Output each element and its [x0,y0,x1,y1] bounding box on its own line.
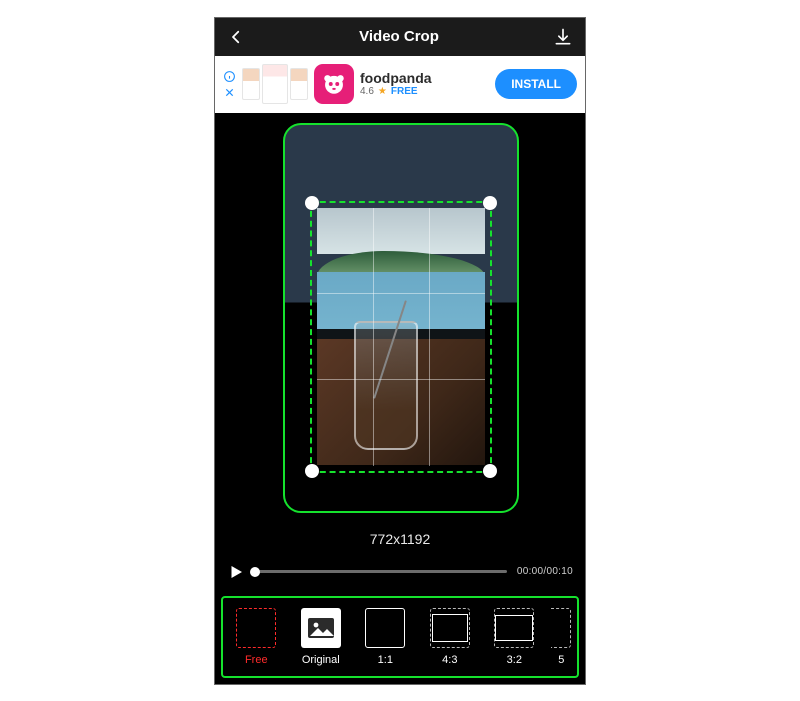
aspect-option-next[interactable]: 5 [550,608,573,666]
ad-rating: 4.6 [360,86,374,97]
grid-line [373,208,374,466]
aspect-label: 3:2 [507,654,522,666]
header-bar: Video Crop [215,18,585,56]
export-button[interactable] [553,27,573,47]
video-content [317,208,485,466]
aspect-label: 1:1 [378,654,393,666]
back-button[interactable] [227,28,245,46]
seek-track[interactable] [255,570,507,573]
seek-thumb[interactable] [250,567,260,577]
crop-handle-br[interactable] [483,464,497,478]
aspect-label: 5 [558,654,564,666]
playback-bar: 00:00/00:10 [215,555,585,589]
crop-handle-bl[interactable] [305,464,319,478]
crop-handle-tl[interactable] [305,196,319,210]
aspect-label: Free [245,654,268,666]
ad-app-name: foodpanda [360,71,489,86]
grid-line [429,208,430,466]
aspect-option-original[interactable]: Original [292,608,351,666]
time-display: 00:00/00:10 [517,566,573,577]
close-ad-icon [224,87,235,98]
ad-banner: foodpanda 4.6 ★ FREE INSTALL [215,56,585,113]
aspect-label: 4:3 [442,654,457,666]
aspect-option-3-2[interactable]: 3:2 [485,608,544,666]
ad-thumb [242,68,260,100]
chevron-left-icon [227,28,245,46]
ad-preview-thumbs [242,64,308,104]
app-screen: Video Crop [214,17,586,685]
aspect-label: Original [302,654,340,666]
ad-app-icon [314,64,354,104]
info-icon [223,70,236,83]
aspect-option-4-3[interactable]: 4:3 [421,608,480,666]
free-ratio-icon [236,608,276,648]
ratio-next-icon [551,608,571,648]
video-canvas: 772x1192 00:00/00:10 [215,113,585,589]
ad-thumb [290,68,308,100]
aspect-option-free[interactable]: Free [227,608,286,666]
crop-selection[interactable] [310,201,492,473]
page-title: Video Crop [359,28,439,45]
ratio-1-1-icon [365,608,405,648]
aspect-option-1-1[interactable]: 1:1 [356,608,415,666]
ad-price: FREE [391,86,418,97]
ratio-4-3-icon [430,608,470,648]
play-button[interactable] [227,563,245,581]
grid-line [317,293,485,294]
aspect-ratio-strip: Free Original 1:1 4:3 3:2 [221,596,579,678]
install-button[interactable]: INSTALL [495,69,577,99]
crop-handle-tr[interactable] [483,196,497,210]
crop-dimensions: 772x1192 [215,531,585,547]
image-icon [301,608,341,648]
ratio-3-2-icon [494,608,534,648]
ad-disclosure[interactable] [223,70,236,98]
ad-thumb [262,64,288,104]
star-icon: ★ [378,86,387,97]
panda-icon [321,71,347,97]
grid-line [317,379,485,380]
download-icon [553,27,573,47]
play-icon [227,563,245,581]
